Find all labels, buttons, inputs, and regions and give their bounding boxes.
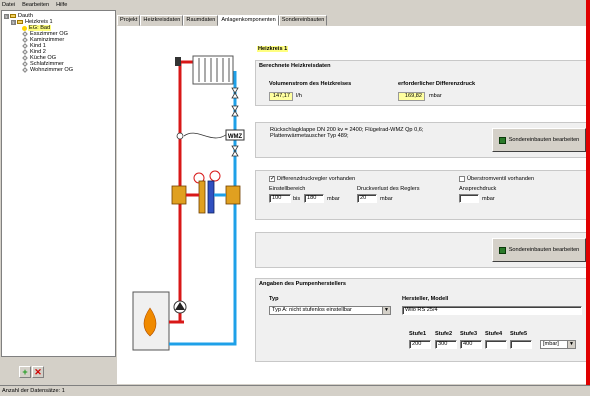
dp-value: 169,82 xyxy=(398,92,425,101)
room-icon xyxy=(22,31,28,37)
menu-hilfe[interactable]: Hilfe xyxy=(56,2,67,8)
sensor-icon xyxy=(176,132,184,140)
pump-title: Angaben des Pumpenherstellers xyxy=(259,281,347,287)
collapse-icon[interactable]: ⊟ xyxy=(4,13,9,19)
checkbox-unchecked[interactable] xyxy=(459,176,465,182)
loss-label: Druckverlust des Reglers xyxy=(357,186,420,192)
valve-icon xyxy=(231,87,239,99)
diff-reg-checkbox[interactable]: ✓ Differenzdruckregler vorhanden xyxy=(269,176,355,182)
dp-label: erforderlicher Differenzdruck xyxy=(398,81,476,87)
folder-icon xyxy=(17,20,23,24)
stage-header-5: Stufe5 xyxy=(510,331,528,337)
add-button[interactable]: + xyxy=(19,366,31,378)
resp-unit: mbar xyxy=(482,196,495,202)
stage-header-3: Stufe3 xyxy=(460,331,478,337)
stage-header-2: Stufe2 xyxy=(435,331,453,337)
tab-heizkreisdaten[interactable]: Heizkreisdaten xyxy=(140,15,184,26)
wmz-label: WMZ xyxy=(228,134,243,140)
components-panel: Rückschlagklappe DN 200 kv = 2400; Flüge… xyxy=(255,122,590,158)
menu-bar: Datei Bearbeiten Hilfe xyxy=(0,0,590,9)
status-bar: Anzahl der Datensätze: 1 xyxy=(0,385,590,396)
room-icon xyxy=(22,37,28,43)
heating-schematic: WMZ xyxy=(132,55,245,351)
range-from-input[interactable]: 100 xyxy=(269,194,291,203)
special-install-button[interactable]: Sondereinbauten bearbeiten xyxy=(492,128,586,152)
circuit-heading: Heizkreis 1 xyxy=(257,46,289,52)
resp-input[interactable] xyxy=(459,194,479,203)
checkbox-checked[interactable]: ✓ xyxy=(269,176,275,182)
pump-icon xyxy=(173,300,187,314)
chevron-down-icon[interactable]: ▼ xyxy=(567,341,575,348)
radiator-icon xyxy=(192,55,234,85)
maker-label: Hersteller, Modell xyxy=(402,296,449,302)
edit-icon xyxy=(498,246,506,254)
stage-input-2[interactable]: 300 xyxy=(435,340,457,349)
stage-input-1[interactable]: 200 xyxy=(409,340,431,349)
tab-raumdaten[interactable]: Raumdaten xyxy=(183,15,219,26)
maker-input[interactable]: Wilo RS 25/4 xyxy=(402,306,582,315)
wmz-cable xyxy=(183,132,228,139)
special-install-button-2[interactable]: Sondereinbauten bearbeiten xyxy=(492,238,586,262)
thermostat-valve-icon xyxy=(175,57,181,66)
accent-stripe xyxy=(586,0,590,396)
collapse-icon[interactable]: ⊟ xyxy=(11,19,16,25)
loss-input[interactable]: 20 xyxy=(357,194,377,203)
calc-title: Berechnete Heizkreisdaten xyxy=(259,63,331,69)
delete-button[interactable]: ✕ xyxy=(32,366,44,378)
folder-icon xyxy=(10,14,16,18)
pump-panel: Angaben des Pumpenherstellers Typ Typ A:… xyxy=(255,278,590,362)
type-select[interactable]: Typ A: nicht stufenlos einstellbar ▼ xyxy=(269,306,391,315)
project-tree[interactable]: ⊟ Dauth ⊟ Heizkreis 1 EG: Bad Esszimmer … xyxy=(1,10,116,357)
unit-select[interactable]: [mbar] ▼ xyxy=(540,340,576,349)
edit-icon xyxy=(498,136,506,144)
resp-label: Ansprechdruck xyxy=(459,186,497,192)
tab-bar: Projekt Heizkreisdaten Raumdaten Anlagen… xyxy=(117,15,328,26)
valve-icon xyxy=(231,145,239,157)
stage-input-3[interactable]: 400 xyxy=(460,340,482,349)
room-icon xyxy=(22,67,28,73)
tab-sondereinbauten[interactable]: Sondereinbauten xyxy=(278,15,328,26)
loss-unit: mbar xyxy=(380,196,393,202)
flow-unit: l/h xyxy=(296,93,302,99)
stage-header-1: Stufe1 xyxy=(409,331,427,337)
valve-icon xyxy=(231,105,239,117)
calc-panel: Berechnete Heizkreisdaten Volumenstrom d… xyxy=(255,60,590,106)
type-label: Typ xyxy=(269,296,279,302)
range-label: Einstellbereich xyxy=(269,186,306,192)
room-icon xyxy=(22,49,28,55)
menu-bearbeiten[interactable]: Bearbeiten xyxy=(22,2,49,8)
special-panel-2: Sondereinbauten bearbeiten xyxy=(255,232,590,268)
stage-input-5[interactable] xyxy=(510,340,532,349)
range-to-input[interactable]: 180 xyxy=(304,194,324,203)
chevron-down-icon[interactable]: ▼ xyxy=(382,307,390,314)
range-sep: bis xyxy=(293,196,301,202)
tab-projekt[interactable]: Projekt xyxy=(117,15,141,26)
room-icon xyxy=(22,55,28,61)
room-icon xyxy=(22,43,28,49)
range-unit: mbar xyxy=(327,196,340,202)
tree-room[interactable]: Wohnzimmer OG xyxy=(22,67,74,73)
stage-header-4: Stufe4 xyxy=(485,331,503,337)
heat-exchanger-icon xyxy=(171,170,241,214)
overflow-checkbox[interactable]: Überstromventil vorhanden xyxy=(459,176,534,182)
flow-label: Volumenstrom des Heizkreises xyxy=(269,81,352,87)
diff-pressure-panel: ✓ Differenzdruckregler vorhanden Überstr… xyxy=(255,170,590,220)
stage-input-4[interactable] xyxy=(485,340,507,349)
tab-anlagenkomponenten[interactable]: Anlagenkomponenten xyxy=(218,15,279,26)
flow-value: 147,17 xyxy=(269,92,293,101)
components-text: Rückschlagklappe DN 200 kv = 2400; Flüge… xyxy=(270,127,424,139)
menu-datei[interactable]: Datei xyxy=(2,2,15,8)
content-area: WMZ Heizkreis 1 Berechnete Heizkreisdate… xyxy=(117,26,590,384)
dp-unit: mbar xyxy=(429,93,442,99)
room-icon xyxy=(22,61,28,67)
